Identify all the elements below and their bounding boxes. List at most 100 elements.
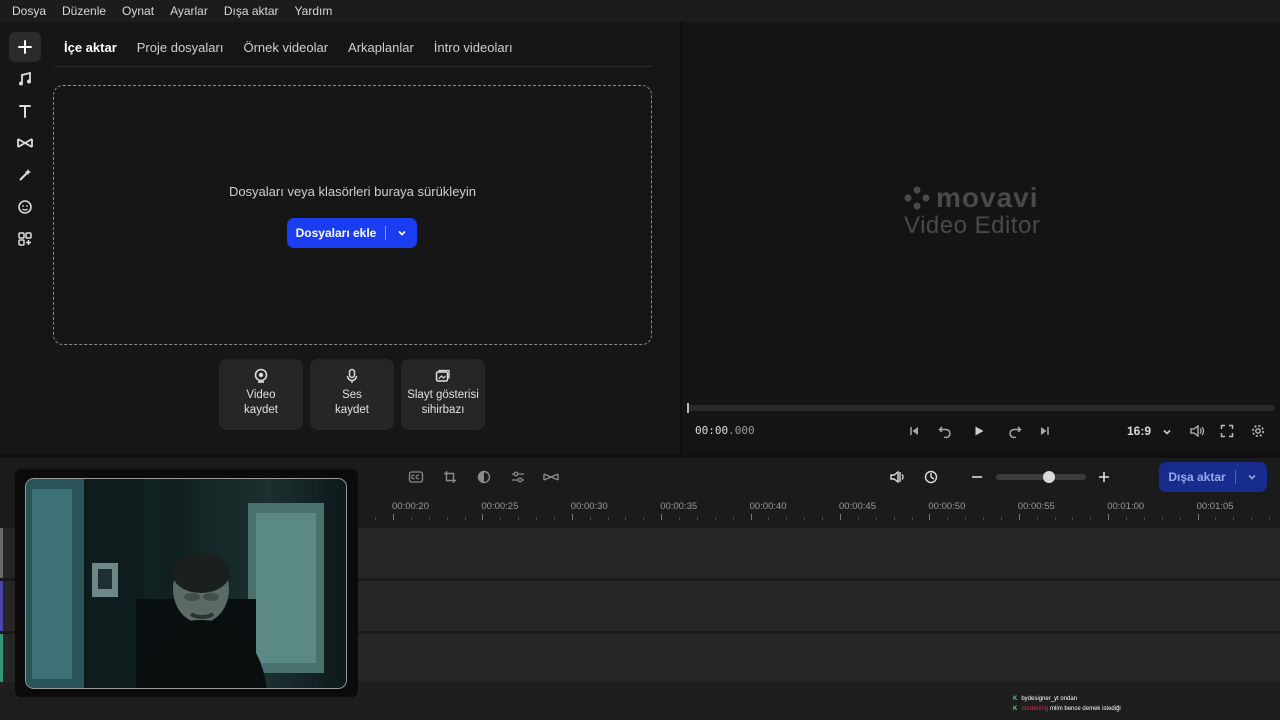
menu-edit[interactable]: Düzenle bbox=[54, 0, 114, 22]
ruler-minor-tick bbox=[1161, 517, 1163, 520]
track-3-color-strip bbox=[0, 634, 3, 682]
webcam-overlay bbox=[15, 469, 358, 697]
ruler-minor-tick bbox=[1233, 517, 1235, 520]
more-tools-button[interactable] bbox=[9, 224, 41, 254]
step-back-button[interactable] bbox=[935, 422, 955, 440]
ruler-minor-tick bbox=[607, 517, 609, 520]
ruler-tick-label: 00:00:55 bbox=[1017, 501, 1055, 512]
chevron-down-icon bbox=[1163, 429, 1171, 435]
ruler-minor-tick bbox=[965, 517, 967, 520]
zoom-slider-handle[interactable] bbox=[1042, 471, 1055, 483]
ruler-minor-tick bbox=[410, 517, 412, 520]
ruler-tick-mark bbox=[750, 514, 752, 520]
ruler-tick-mark bbox=[840, 514, 841, 520]
step-forward-button[interactable] bbox=[1005, 422, 1025, 440]
zoom-out-button[interactable] bbox=[967, 467, 987, 487]
audio-detach-button[interactable] bbox=[887, 467, 907, 487]
slideshow-wizard-card[interactable]: Slayt gösterisi sihirbazı bbox=[401, 359, 485, 430]
timecode-ms: .000 bbox=[728, 424, 755, 437]
zoom-slider[interactable] bbox=[996, 471, 1086, 483]
crop-button[interactable] bbox=[440, 467, 460, 487]
tab-project-files[interactable]: Proje dosyaları bbox=[127, 31, 234, 65]
menu-play[interactable]: Oynat bbox=[114, 0, 162, 22]
ruler-minor-tick bbox=[911, 517, 913, 520]
stickers-tool-button[interactable] bbox=[9, 192, 41, 222]
fullscreen-button[interactable] bbox=[1217, 422, 1237, 440]
undo-arrow-icon bbox=[938, 426, 951, 438]
ruler-minor-tick bbox=[1054, 517, 1056, 520]
tab-intro-videos[interactable]: İntro videoları bbox=[424, 31, 523, 65]
menu-export[interactable]: Dışa aktar bbox=[216, 0, 287, 22]
slideshow-icon bbox=[435, 369, 450, 382]
ruler-minor-tick bbox=[696, 517, 698, 520]
ruler-tick-label: 00:00:50 bbox=[928, 501, 966, 512]
transition-wizard-button[interactable] bbox=[541, 467, 561, 487]
ruler-minor-tick bbox=[464, 517, 466, 520]
logo-wordmark: movavi bbox=[936, 182, 1039, 213]
ruler-minor-tick bbox=[1251, 517, 1253, 520]
music-tool-button[interactable] bbox=[9, 64, 41, 94]
ruler-minor-tick bbox=[1126, 517, 1128, 520]
aspect-ratio-select[interactable]: 16:9 bbox=[1127, 424, 1172, 438]
magnet-icon bbox=[924, 470, 938, 484]
play-button[interactable] bbox=[969, 422, 989, 440]
ruler-minor-tick bbox=[589, 517, 591, 520]
ruler-minor-tick bbox=[446, 517, 448, 520]
magnet-snap-button[interactable] bbox=[921, 467, 941, 487]
clip-properties-button[interactable] bbox=[508, 467, 528, 487]
ruler-minor-tick bbox=[1179, 517, 1181, 520]
transitions-tool-button[interactable] bbox=[9, 128, 41, 158]
tab-import[interactable]: İçe aktar bbox=[54, 31, 127, 65]
import-tabs: İçe aktar Proje dosyaları Örnek videolar… bbox=[54, 30, 652, 67]
add-files-button[interactable]: Dosyaları ekle bbox=[287, 218, 417, 248]
record-audio-card[interactable]: Ses kaydet bbox=[310, 359, 394, 430]
menu-file[interactable]: Dosya bbox=[4, 0, 54, 22]
file-drop-zone[interactable]: Dosyaları veya klasörleri buraya sürükle… bbox=[53, 85, 652, 345]
captions-button[interactable] bbox=[406, 467, 426, 487]
skip-forward-button[interactable] bbox=[1035, 422, 1055, 440]
titles-tool-button[interactable] bbox=[9, 96, 41, 126]
movavi-logo-icon bbox=[904, 186, 930, 210]
export-dropdown[interactable] bbox=[1236, 472, 1267, 482]
player-settings-button[interactable] bbox=[1248, 422, 1268, 440]
record-video-card[interactable]: Video kaydet bbox=[219, 359, 303, 430]
ruler-minor-tick bbox=[625, 517, 627, 520]
chat-badge-icon: K bbox=[1013, 706, 1018, 712]
volume-button[interactable] bbox=[1187, 422, 1207, 440]
playback-scrubber[interactable] bbox=[687, 403, 1275, 413]
playhead-handle[interactable] bbox=[687, 403, 689, 413]
ruler-minor-tick bbox=[375, 517, 377, 520]
ruler-minor-tick bbox=[1000, 517, 1002, 520]
ruler-minor-tick bbox=[679, 517, 681, 520]
transitions-icon bbox=[17, 138, 33, 148]
record-video-label: Video kaydet bbox=[244, 389, 278, 416]
playback-timecode: 00:00.000 bbox=[695, 424, 755, 437]
menu-settings[interactable]: Ayarlar bbox=[162, 0, 216, 22]
color-adjust-button[interactable] bbox=[474, 467, 494, 487]
add-files-label: Dosyaları ekle bbox=[295, 226, 377, 240]
ruler-minor-tick bbox=[518, 517, 520, 520]
tab-backgrounds[interactable]: Arkaplanlar bbox=[338, 31, 424, 65]
tool-rail bbox=[0, 22, 50, 452]
menu-help[interactable]: Yardım bbox=[287, 0, 341, 22]
ruler-minor-tick bbox=[714, 517, 716, 520]
sliders-icon bbox=[512, 471, 524, 483]
ruler-tick-label: 00:00:35 bbox=[660, 501, 698, 512]
import-tool-button[interactable] bbox=[9, 32, 41, 62]
ruler-minor-tick bbox=[1090, 517, 1092, 520]
export-label: Dışa aktar bbox=[1168, 470, 1226, 484]
ruler-tick-label: 00:01:00 bbox=[1107, 501, 1145, 512]
webcam-scene-image bbox=[26, 479, 346, 688]
ruler-tick-label: 00:01:05 bbox=[1196, 501, 1234, 512]
export-button[interactable]: Dışa aktar bbox=[1159, 462, 1267, 492]
tab-sample-videos[interactable]: Örnek videolar bbox=[233, 31, 338, 65]
skip-back-button[interactable] bbox=[904, 422, 924, 440]
crop-icon bbox=[444, 471, 456, 483]
titles-icon bbox=[19, 105, 31, 118]
ruler-tick-mark bbox=[1108, 514, 1110, 520]
plus-icon bbox=[1099, 472, 1109, 482]
zoom-in-button[interactable] bbox=[1094, 467, 1114, 487]
add-files-dropdown[interactable] bbox=[386, 228, 417, 238]
ruler-minor-tick bbox=[983, 517, 985, 520]
effects-tool-button[interactable] bbox=[9, 160, 41, 190]
